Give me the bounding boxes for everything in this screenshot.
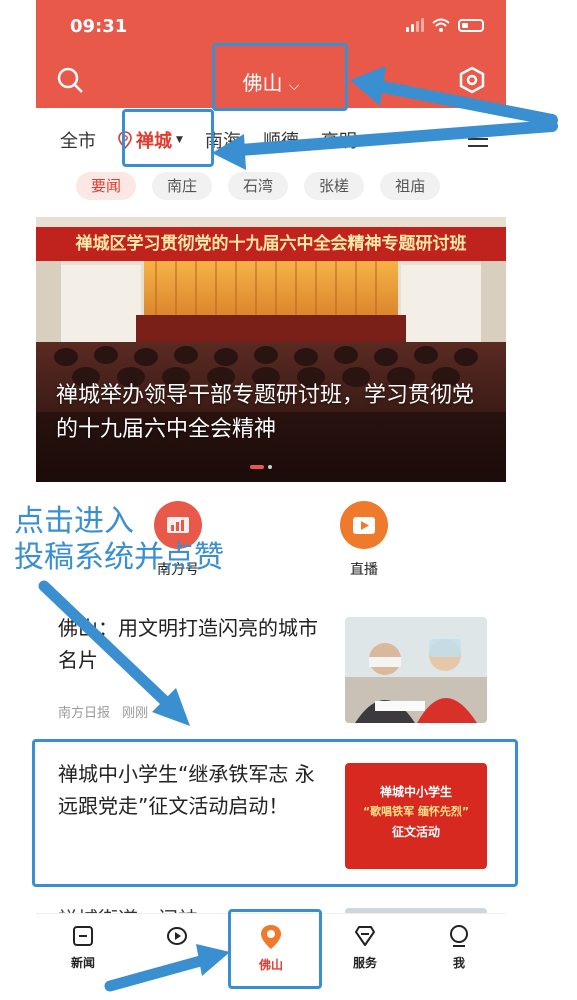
annotation-arrows: [38, 66, 558, 992]
